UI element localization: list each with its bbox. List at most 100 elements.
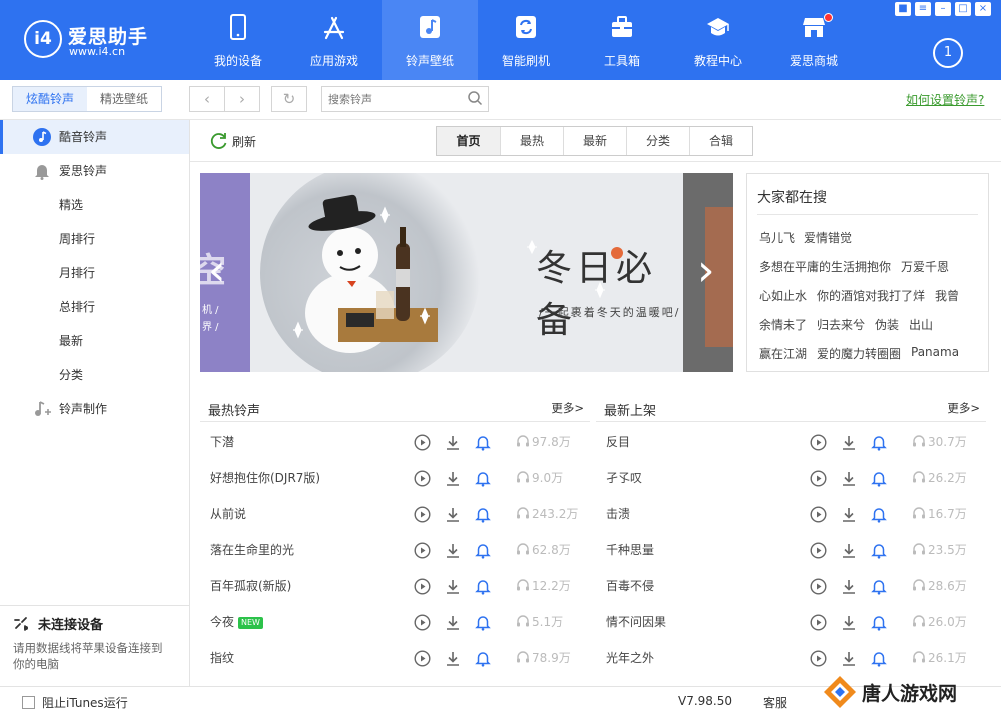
shirt-icon[interactable]: ■ [895, 2, 911, 16]
download-icon[interactable] [445, 470, 461, 487]
ringtone-row[interactable]: 好想抱住你(DJR7版) 9.0万 [200, 460, 590, 496]
set-ringtone-bell-icon[interactable] [871, 434, 887, 451]
ringtone-row[interactable]: 从前说 243.2万 [200, 496, 590, 532]
hot-search-keyword[interactable]: 你的酒馆对我打了烊 [817, 287, 925, 304]
play-icon[interactable] [414, 470, 431, 487]
ringtone-row[interactable]: 指纹 78.9万 [200, 640, 590, 676]
ringtone-row[interactable]: 光年之外 26.1万 [596, 640, 986, 676]
set-ringtone-bell-icon[interactable] [475, 650, 491, 667]
hot-search-keyword[interactable]: 多想在平庸的生活拥抱你 [759, 258, 891, 275]
download-icon[interactable] [445, 434, 461, 451]
ringtone-row[interactable]: 今夜 NEW 5.1万 [200, 604, 590, 640]
hot-search-keyword[interactable]: 出山 [909, 316, 933, 333]
tab-collection[interactable]: 合辑 [689, 127, 752, 155]
banner-image[interactable]: 冬日必备 /一起裹着冬天的温暖吧/ [250, 173, 683, 372]
ringtone-row[interactable]: 孑孓叹 26.2万 [596, 460, 986, 496]
banner-prev-arrow[interactable]: ‹ [208, 249, 226, 293]
block-itunes-checkbox[interactable] [22, 696, 35, 709]
hot-search-keyword[interactable]: 万爱千恩 [901, 258, 949, 275]
set-ringtone-bell-icon[interactable] [871, 542, 887, 559]
play-icon[interactable] [810, 434, 827, 451]
nav-my-device[interactable]: 我的设备 [190, 0, 286, 80]
sidebar-item-kuyin[interactable]: 酷音铃声 [0, 120, 189, 154]
download-icon[interactable] [445, 650, 461, 667]
play-icon[interactable] [414, 434, 431, 451]
back-button[interactable]: ‹ [189, 86, 225, 112]
play-icon[interactable] [810, 506, 827, 523]
close-icon[interactable]: × [975, 2, 991, 16]
ringtone-row[interactable]: 反目 30.7万 [596, 424, 986, 460]
download-icon[interactable] [841, 614, 857, 631]
download-count-badge[interactable]: 1 [933, 38, 963, 68]
customer-service-link[interactable]: 客服 [763, 694, 787, 711]
sidebar-item-monthly[interactable]: 月排行 [0, 256, 189, 290]
more-link[interactable]: 更多> [551, 400, 584, 416]
search-icon[interactable] [467, 90, 483, 106]
set-ringtone-bell-icon[interactable] [871, 506, 887, 523]
download-icon[interactable] [445, 578, 461, 595]
download-icon[interactable] [841, 650, 857, 667]
set-ringtone-bell-icon[interactable] [871, 578, 887, 595]
hot-search-keyword[interactable]: 爱情错觉 [804, 229, 852, 246]
hot-search-keyword[interactable]: 赢在江湖 [759, 345, 807, 362]
search-input[interactable] [321, 86, 489, 112]
set-ringtone-bell-icon[interactable] [871, 650, 887, 667]
sidebar-item-make-ringtone[interactable]: 铃声制作 [0, 392, 189, 426]
tab-home[interactable]: 首页 [437, 127, 500, 155]
set-ringtone-bell-icon[interactable] [475, 542, 491, 559]
hot-search-keyword[interactable]: 爱的魔力转圈圈 [817, 345, 901, 362]
nav-toolbox[interactable]: 工具箱 [574, 0, 670, 80]
set-ringtone-bell-icon[interactable] [871, 470, 887, 487]
reload-button[interactable]: ↻ [271, 86, 307, 112]
play-icon[interactable] [810, 542, 827, 559]
download-icon[interactable] [445, 614, 461, 631]
ringtone-row[interactable]: 落在生命里的光 62.8万 [200, 532, 590, 568]
banner-carousel[interactable]: 空 机 / 界 / 冬日必备 /一起裹着冬天的温暖吧/ ‹ › [200, 173, 733, 372]
menu-icon[interactable]: ≡ [915, 2, 931, 16]
play-icon[interactable] [810, 470, 827, 487]
hot-search-keyword[interactable]: 归去来兮 [817, 316, 865, 333]
set-ringtone-bell-icon[interactable] [475, 434, 491, 451]
download-icon[interactable] [841, 506, 857, 523]
nav-tutorials[interactable]: 教程中心 [670, 0, 766, 80]
sidebar-item-featured[interactable]: 精选 [0, 188, 189, 222]
download-icon[interactable] [841, 434, 857, 451]
hot-search-keyword[interactable]: 余情未了 [759, 316, 807, 333]
ringtone-row[interactable]: 百年孤寂(新版) 12.2万 [200, 568, 590, 604]
play-icon[interactable] [414, 506, 431, 523]
set-ringtone-bell-icon[interactable] [475, 470, 491, 487]
nav-shop[interactable]: 爱思商城 [766, 0, 862, 80]
play-icon[interactable] [414, 578, 431, 595]
banner-next-arrow[interactable]: › [697, 249, 715, 293]
download-icon[interactable] [841, 578, 857, 595]
tab-category[interactable]: 分类 [626, 127, 689, 155]
nav-apps-games[interactable]: 应用游戏 [286, 0, 382, 80]
hot-search-keyword[interactable]: 我曾 [935, 287, 959, 304]
sidebar-item-weekly[interactable]: 周排行 [0, 222, 189, 256]
more-link[interactable]: 更多> [947, 400, 980, 416]
hot-search-keyword[interactable]: Panama [911, 345, 959, 359]
tab-hottest[interactable]: 最热 [500, 127, 563, 155]
maximize-icon[interactable]: □ [955, 2, 971, 16]
sidebar-item-category[interactable]: 分类 [0, 358, 189, 392]
play-icon[interactable] [810, 614, 827, 631]
ringtone-row[interactable]: 千种思量 23.5万 [596, 532, 986, 568]
hot-search-keyword[interactable]: 乌儿飞 [759, 229, 795, 246]
set-ringtone-bell-icon[interactable] [475, 506, 491, 523]
how-to-set-ringtone-link[interactable]: 如何设置铃声? [906, 91, 984, 108]
forward-button[interactable]: › [224, 86, 260, 112]
ringtone-row[interactable]: 击溃 16.7万 [596, 496, 986, 532]
refresh-button[interactable]: 刷新 [210, 132, 256, 153]
nav-smart-flash[interactable]: 智能刷机 [478, 0, 574, 80]
minimize-icon[interactable]: – [935, 2, 951, 16]
ringtone-row[interactable]: 情不问因果 26.0万 [596, 604, 986, 640]
hot-search-keyword[interactable]: 心如止水 [759, 287, 807, 304]
sidebar-item-aisi[interactable]: 爱思铃声 [0, 154, 189, 188]
play-icon[interactable] [810, 578, 827, 595]
download-icon[interactable] [841, 542, 857, 559]
download-icon[interactable] [445, 542, 461, 559]
play-icon[interactable] [414, 614, 431, 631]
segment-ringtones[interactable]: 炫酷铃声 [13, 87, 87, 111]
set-ringtone-bell-icon[interactable] [475, 578, 491, 595]
play-icon[interactable] [414, 542, 431, 559]
